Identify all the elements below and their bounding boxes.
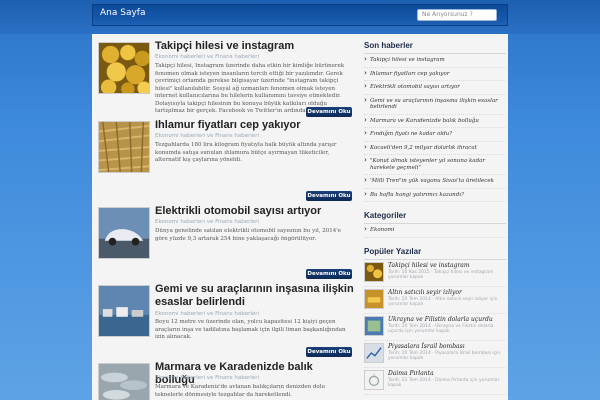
chart-thumbnail[interactable] <box>364 342 384 363</box>
recent-post-link[interactable]: Ihlamur fiyatları cep yakıyor <box>364 68 506 81</box>
post-item: Gemi ve su araçlarının inşasına ilişkin … <box>98 281 354 359</box>
read-more-button[interactable]: Devamını Oku <box>306 347 352 357</box>
recent-post-link[interactable]: "Konut almak isteyenler yıl sonuna kadar… <box>364 155 506 175</box>
recent-post-link[interactable]: Marmara ve Karadenizde balık bolluğu <box>364 115 506 128</box>
recent-posts-list: Takipçi hilesi ve instagram Ihlamur fiya… <box>364 54 506 202</box>
search-input[interactable]: Ne Arıyorsunuz ? <box>417 9 497 21</box>
recent-post-link[interactable]: Fındığın fiyatı ne kadar oldu? <box>364 128 506 142</box>
popular-post-title[interactable]: Takipçi hilesi ve instagram <box>388 262 506 269</box>
popular-post-item: Daima Pırlanta Tarih: 22 Tem 2014 · Daim… <box>364 368 506 395</box>
read-more-button[interactable]: Devamını Oku <box>306 191 352 201</box>
post-list: Takipçi hilesi ve instagram Ekonomi habe… <box>98 38 354 400</box>
popular-post-meta: Tarih: 22 Tem 2014 · Daima Pırlanta için… <box>388 377 500 389</box>
category-link[interactable]: Ekonomi <box>364 224 506 238</box>
gold-thumbnail[interactable] <box>364 288 384 309</box>
navigation-bar: Ana Sayfa Ne Arıyorsunuz ? <box>92 4 508 26</box>
popular-post-title[interactable]: Piyasalara İsrail bombası <box>388 343 506 350</box>
recent-post-link[interactable]: Takipçi hilesi ve instagram <box>364 54 506 68</box>
post-meta: Ekonomi haberleri ve Finans haberleri <box>155 54 260 60</box>
linden-thumbnail[interactable] <box>98 121 150 173</box>
popular-post-item: Piyasalara İsrail bombası Tarih: 20 Tem … <box>364 341 506 368</box>
recent-post-link[interactable]: Bu hafta hangi yatırımcı kazandı? <box>364 189 506 202</box>
harbor-thumbnail[interactable] <box>98 285 150 337</box>
post-excerpt: Tezgahlarda 180 lira kilogram fiyatıyla … <box>155 142 337 163</box>
popular-post-title[interactable]: Daima Pırlanta <box>388 370 506 377</box>
popular-post-meta: Tarih: 20 Tem 2014 · Altın satıcılı seyi… <box>388 296 498 308</box>
popular-post-title[interactable]: Ukrayna ve Filistin dolarla uçurdu <box>388 316 506 323</box>
post-meta: Ekonomi haberleri ve Finans haberleri <box>155 219 260 225</box>
popular-posts-list: Takipçi hilesi ve instagram Tarih: 10 Ka… <box>364 260 506 395</box>
post-title[interactable]: Gemi ve su araçlarının inşasına ilişkin … <box>155 283 355 309</box>
post-meta: Ekonomi haberleri ve Finans haberleri <box>155 311 260 317</box>
post-meta: Ekonomi haberleri ve Finans haberleri <box>155 375 260 381</box>
popular-post-meta: Tarih: 10 Kas 2015 · Takipçi hilesi ve i… <box>388 269 494 281</box>
recent-post-link[interactable]: Elektrikli otomobil sayısı artıyor <box>364 81 506 95</box>
post-item: Elektrikli otomobil sayısı artıyor Ekono… <box>98 203 352 281</box>
read-more-button[interactable]: Devamını Oku <box>306 107 352 117</box>
nav-home-link[interactable]: Ana Sayfa <box>100 8 145 18</box>
car-thumbnail[interactable] <box>98 207 150 259</box>
recent-post-link[interactable]: 'Milli Tren"in yük vagonu Sivas'ta üreti… <box>364 175 506 189</box>
sidebar: Son haberler Takipçi hilesi ve instagram… <box>364 38 506 395</box>
post-title[interactable]: Elektrikli otomobil sayısı artıyor <box>155 205 355 218</box>
recent-post-link[interactable]: Gemi ve su araçlarının inşasına ilişkin … <box>364 95 506 115</box>
popular-post-item: Takipçi hilesi ve instagram Tarih: 10 Ka… <box>364 260 506 287</box>
recent-posts-heading: Son haberler <box>364 38 506 54</box>
ring-thumbnail[interactable] <box>364 369 384 390</box>
read-more-button[interactable]: Devamını Oku <box>306 269 352 279</box>
post-meta: Ekonomi haberleri ve Finans haberleri <box>155 133 260 139</box>
coins-thumbnail[interactable] <box>98 42 150 94</box>
popular-post-title[interactable]: Altın satıcılı seyir izliyor <box>388 289 506 296</box>
popular-post-item: Ukrayna ve Filistin dolarla uçurdu Tarih… <box>364 314 506 341</box>
categories-list: Ekonomi <box>364 224 506 238</box>
post-item: Ihlamur fiyatları cep yakıyor Ekonomi ha… <box>98 117 352 203</box>
post-title[interactable]: Ihlamur fiyatları cep yakıyor <box>155 119 355 132</box>
page-container: Takipçi hilesi ve instagram Ekonomi habe… <box>92 34 508 400</box>
post-excerpt: Dünya genelinde satılan elektrikli otomo… <box>155 228 341 242</box>
coins-thumbnail[interactable] <box>364 261 384 282</box>
popular-post-meta: Tarih: 20 Tem 2014 · Piyasalara İsrail b… <box>388 350 501 362</box>
post-item: Takipçi hilesi ve instagram Ekonomi habe… <box>98 38 352 117</box>
popular-posts-heading: Popüler Yazılar <box>364 244 506 260</box>
fish-thumbnail[interactable] <box>98 363 150 400</box>
post-excerpt: Marmara ve Karadeniz'de avlanan balıkçıl… <box>155 384 326 398</box>
dollar-thumbnail[interactable] <box>364 315 384 336</box>
post-title[interactable]: Takipçi hilesi ve instagram <box>155 40 355 53</box>
popular-post-meta: Tarih: 20 Tem 2014 · Ukrayna ve Filistin… <box>388 323 494 335</box>
recent-post-link[interactable]: Kocaeli'den 9,2 milyar dolarlık ihracat <box>364 142 506 155</box>
post-excerpt: Boyu 12 metre ve üzerinde olan, yolcu ka… <box>155 319 346 340</box>
popular-post-item: Altın satıcılı seyir izliyor Tarih: 20 T… <box>364 287 506 314</box>
categories-heading: Kategoriler <box>364 208 506 224</box>
post-item: Marmara ve Karadenizde balık bolluğu Eko… <box>98 359 350 400</box>
